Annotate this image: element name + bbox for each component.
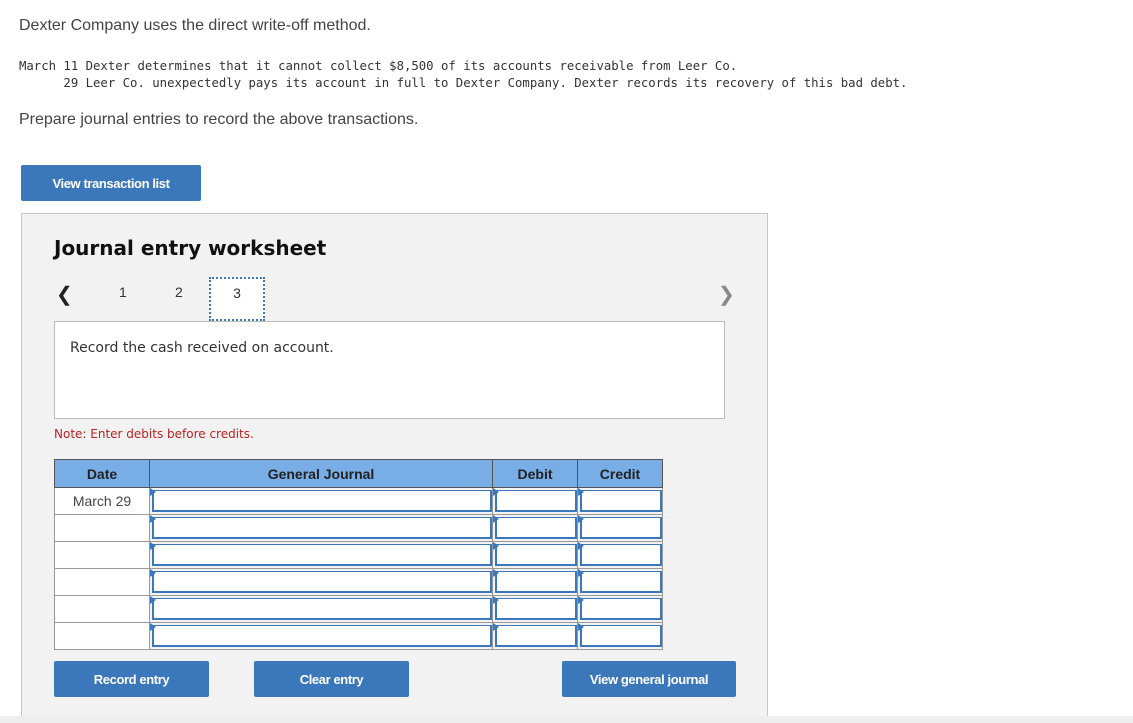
credit-input-cell — [577, 622, 663, 650]
problem-prompt: Prepare journal entries to record the ab… — [19, 111, 419, 128]
debit-input[interactable] — [495, 544, 577, 566]
account-input[interactable] — [152, 517, 492, 539]
date-cell — [54, 514, 150, 542]
clear-entry-button[interactable]: Clear entry — [254, 661, 409, 697]
dropdown-marker-icon — [150, 623, 156, 631]
dropdown-marker-icon — [493, 488, 499, 496]
dropdown-marker-icon — [493, 542, 499, 550]
dropdown-marker-icon — [578, 596, 584, 604]
debit-input[interactable] — [495, 598, 577, 620]
dropdown-marker-icon — [578, 623, 584, 631]
account-input-cell — [149, 487, 493, 515]
date-cell — [54, 622, 150, 650]
debit-input-cell — [492, 595, 578, 623]
credit-input[interactable] — [580, 625, 662, 647]
credit-input-cell — [577, 487, 663, 515]
date-cell — [54, 541, 150, 569]
table-row — [54, 541, 663, 569]
account-input-cell — [149, 514, 493, 542]
credit-input-cell — [577, 568, 663, 596]
header-general-journal: General Journal — [149, 459, 493, 488]
header-date: Date — [54, 459, 150, 488]
account-input-cell — [149, 622, 493, 650]
account-input[interactable] — [152, 571, 492, 593]
table-row — [54, 595, 663, 623]
table-row — [54, 568, 663, 596]
dropdown-marker-icon — [578, 515, 584, 523]
step-tab-1[interactable]: 1 — [119, 284, 127, 300]
step-tab-2[interactable]: 2 — [175, 284, 183, 300]
debit-input-cell — [492, 568, 578, 596]
page-divider — [0, 716, 1133, 723]
dropdown-marker-icon — [150, 515, 156, 523]
credit-input[interactable] — [580, 490, 662, 512]
view-transaction-list-button[interactable]: View transaction list — [21, 165, 201, 201]
dropdown-marker-icon — [493, 623, 499, 631]
account-input[interactable] — [152, 625, 492, 647]
date-cell — [54, 595, 150, 623]
account-input[interactable] — [152, 490, 492, 512]
problem-intro: Dexter Company uses the direct write-off… — [19, 17, 371, 34]
credit-input-cell — [577, 514, 663, 542]
account-input[interactable] — [152, 544, 492, 566]
credit-input[interactable] — [580, 571, 662, 593]
account-input-cell — [149, 541, 493, 569]
date-cell — [54, 568, 150, 596]
debit-input-cell — [492, 487, 578, 515]
debit-credit-note: Note: Enter debits before credits. — [54, 427, 254, 441]
debit-input-cell — [492, 622, 578, 650]
credit-input-cell — [577, 541, 663, 569]
debit-input[interactable] — [495, 490, 577, 512]
credit-input[interactable] — [580, 544, 662, 566]
journal-table: Date General Journal Debit Credit March … — [54, 459, 663, 650]
table-row: March 29 — [54, 487, 663, 515]
record-entry-button[interactable]: Record entry — [54, 661, 209, 697]
dropdown-marker-icon — [493, 596, 499, 604]
debit-input[interactable] — [495, 625, 577, 647]
entry-description: Record the cash received on account. — [70, 340, 334, 356]
credit-input-cell — [577, 595, 663, 623]
journal-entry-worksheet: Journal entry worksheet ❮ 1 2 3 ❯ Record… — [21, 213, 768, 716]
debit-input[interactable] — [495, 517, 577, 539]
dropdown-marker-icon — [578, 569, 584, 577]
debit-input-cell — [492, 541, 578, 569]
credit-input[interactable] — [580, 517, 662, 539]
transaction-line: 29 Leer Co. unexpectedly pays its accoun… — [19, 76, 908, 90]
header-credit: Credit — [577, 459, 663, 488]
debit-input[interactable] — [495, 571, 577, 593]
credit-input[interactable] — [580, 598, 662, 620]
dropdown-marker-icon — [578, 488, 584, 496]
step-tab-3-active[interactable]: 3 — [209, 277, 265, 321]
table-row — [54, 622, 663, 650]
worksheet-title: Journal entry worksheet — [54, 236, 327, 260]
view-general-journal-button[interactable]: View general journal — [562, 661, 736, 697]
header-debit: Debit — [492, 459, 578, 488]
dropdown-marker-icon — [150, 569, 156, 577]
date-cell: March 29 — [54, 487, 150, 515]
account-input[interactable] — [152, 598, 492, 620]
dropdown-marker-icon — [150, 488, 156, 496]
chevron-left-icon[interactable]: ❮ — [56, 282, 73, 307]
dropdown-marker-icon — [150, 596, 156, 604]
table-row — [54, 514, 663, 542]
chevron-right-icon[interactable]: ❯ — [718, 282, 735, 307]
dropdown-marker-icon — [150, 542, 156, 550]
dropdown-marker-icon — [493, 515, 499, 523]
dropdown-marker-icon — [493, 569, 499, 577]
table-header-row: Date General Journal Debit Credit — [54, 459, 663, 488]
entry-description-box: Record the cash received on account. — [54, 321, 725, 419]
account-input-cell — [149, 595, 493, 623]
transaction-line: March 11 Dexter determines that it canno… — [19, 59, 738, 73]
debit-input-cell — [492, 514, 578, 542]
account-input-cell — [149, 568, 493, 596]
dropdown-marker-icon — [578, 542, 584, 550]
